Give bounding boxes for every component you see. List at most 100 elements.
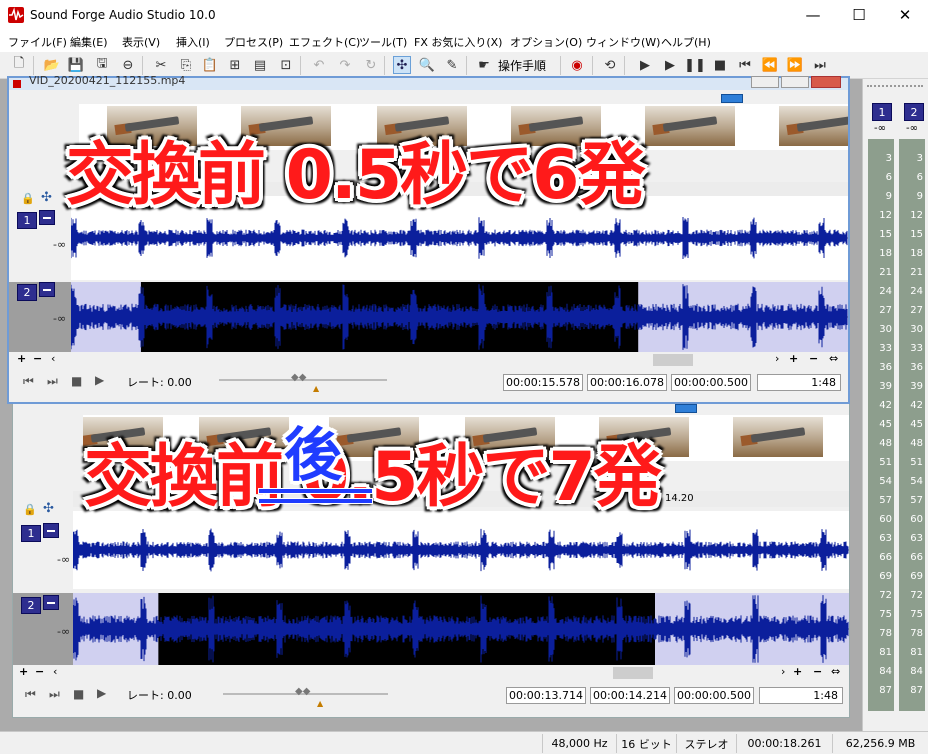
selection-end[interactable]: 00:00:16.078: [587, 374, 667, 391]
scroll-left-icon[interactable]: ‹: [53, 665, 57, 678]
meter-channel-2-button[interactable]: 2: [904, 103, 924, 121]
channel-2-minimize-button[interactable]: [43, 595, 59, 610]
rate-slider-thumb[interactable]: ◆◆: [295, 686, 310, 697]
minimize-button[interactable]: —: [790, 0, 836, 30]
redo-icon[interactable]: ↷: [336, 56, 354, 74]
guide-icon[interactable]: ☛: [476, 56, 492, 74]
menu-edit[interactable]: 編集(E): [70, 34, 108, 50]
channel-1-button[interactable]: 1: [17, 212, 37, 229]
menu-insert[interactable]: 挿入(I): [176, 34, 210, 50]
selection-end[interactable]: 00:00:14.214: [590, 687, 670, 704]
channel-2-button[interactable]: 2: [21, 597, 41, 614]
rate-slider-thumb[interactable]: ◆◆: [291, 372, 306, 383]
menu-file[interactable]: ファイル(F): [8, 34, 67, 50]
magnify-tool-icon[interactable]: 🔍: [418, 56, 436, 74]
play-normal-icon[interactable]: ▶: [95, 373, 104, 387]
go-start-icon[interactable]: ⏮: [736, 56, 754, 74]
stop-icon-doc1[interactable]: ■: [71, 374, 82, 388]
open-folder-icon[interactable]: 📂: [43, 56, 61, 74]
waveform-channel-2[interactable]: [71, 282, 848, 352]
rewind-icon[interactable]: ⏪: [761, 56, 779, 74]
document-window-1[interactable]: VID_20200421_112155.mp4 🔒 ✣ 16.00 1 -∞ 2…: [7, 74, 850, 404]
channel-1-minimize-button[interactable]: [39, 210, 55, 225]
zoom-out-icon-right[interactable]: −: [809, 352, 818, 365]
cut-icon[interactable]: ✂: [152, 56, 170, 74]
doc-maximize-button[interactable]: [781, 76, 809, 88]
undo-icon[interactable]: ↶: [310, 56, 328, 74]
stop-icon-doc2[interactable]: ■: [73, 687, 84, 701]
paste-new-icon[interactable]: ⊞: [226, 56, 244, 74]
prev-marker-icon[interactable]: ⏮: [25, 687, 36, 702]
copy-icon[interactable]: ⎘: [177, 56, 195, 74]
save-icon[interactable]: 💾: [67, 56, 85, 74]
close-button[interactable]: ✕: [882, 0, 928, 30]
next-marker-icon[interactable]: ⏭: [47, 374, 58, 389]
zoom-out-icon[interactable]: −: [35, 665, 44, 678]
meter-channel-1-button[interactable]: 1: [872, 103, 892, 121]
selection-start[interactable]: 00:00:13.714: [506, 687, 586, 704]
zoom-in-icon-right[interactable]: +: [789, 352, 798, 365]
edit-tool-icon[interactable]: ✣: [393, 56, 411, 74]
menu-window[interactable]: ウィンドウ(W): [586, 34, 660, 50]
menu-tools[interactable]: ツール(T): [359, 34, 407, 50]
menu-view[interactable]: 表示(V): [122, 34, 160, 50]
channel-1-minimize-button[interactable]: [43, 523, 59, 538]
resize-arrows-icon[interactable]: ⇔: [829, 352, 838, 365]
pencil-tool-icon[interactable]: ✎: [443, 56, 461, 74]
scroll-right-icon[interactable]: ›: [781, 665, 785, 678]
selection-length[interactable]: 00:00:00.500: [674, 687, 754, 704]
record-icon[interactable]: ◉: [568, 56, 586, 74]
channel-2-minimize-button[interactable]: [39, 282, 55, 297]
resize-arrows-icon[interactable]: ⇔: [831, 665, 840, 678]
snap-icon[interactable]: ✣: [41, 190, 52, 205]
zoom-in-icon[interactable]: +: [17, 352, 26, 365]
crop-icon[interactable]: ⊡: [277, 56, 295, 74]
scroll-right-icon[interactable]: ›: [775, 352, 779, 365]
pause-icon[interactable]: ❚❚: [684, 56, 706, 74]
zoom-out-icon[interactable]: −: [33, 352, 42, 365]
menu-options[interactable]: オプション(O): [510, 34, 582, 50]
loop-icon[interactable]: ⟲: [601, 56, 619, 74]
selection-start[interactable]: 00:00:15.578: [503, 374, 583, 391]
scroll-thumb[interactable]: [653, 354, 693, 366]
doc-close-button[interactable]: [811, 76, 841, 88]
meter-grip[interactable]: [867, 85, 923, 89]
region-marker[interactable]: [675, 404, 697, 413]
menu-fx-favorites[interactable]: FX お気に入り(X): [414, 34, 502, 50]
region-marker[interactable]: [721, 94, 743, 103]
horizontal-scrollbar[interactable]: + − ‹ › + − ⇔: [9, 352, 848, 368]
selection-length[interactable]: 00:00:00.500: [671, 374, 751, 391]
repeat-icon[interactable]: ↻: [362, 56, 380, 74]
channel-2-button[interactable]: 2: [17, 284, 37, 301]
scroll-thumb[interactable]: [613, 667, 653, 679]
prev-marker-icon[interactable]: ⏮: [23, 374, 34, 389]
zoom-in-icon[interactable]: +: [19, 665, 28, 678]
mix-icon[interactable]: ▤: [251, 56, 269, 74]
new-file-icon[interactable]: 🗋: [10, 56, 28, 74]
paste-icon[interactable]: 📋: [201, 56, 219, 74]
channel-1-button[interactable]: 1: [21, 525, 41, 542]
waveform-channel-1[interactable]: [73, 511, 849, 589]
play-icon[interactable]: ▶: [661, 56, 679, 74]
menu-effects[interactable]: エフェクト(C): [289, 34, 360, 50]
waveform-channel-2[interactable]: [73, 593, 849, 665]
snap-icon[interactable]: ✣: [43, 501, 54, 516]
go-end-icon[interactable]: ⏭: [811, 56, 829, 74]
play-all-icon[interactable]: ▶: [636, 56, 654, 74]
next-marker-icon[interactable]: ⏭: [49, 687, 60, 702]
play-normal-icon[interactable]: ▶: [97, 686, 106, 700]
menu-help[interactable]: ヘルプ(H): [661, 34, 711, 50]
menu-process[interactable]: プロセス(P): [224, 34, 283, 50]
zoom-ratio[interactable]: 1:48: [759, 687, 843, 704]
scroll-left-icon[interactable]: ‹: [51, 352, 55, 365]
zoom-in-icon-right[interactable]: +: [793, 665, 802, 678]
zoom-out-icon-right[interactable]: −: [813, 665, 822, 678]
procedure-button[interactable]: 操作手順: [498, 57, 546, 74]
doc-minimize-button[interactable]: [751, 76, 779, 88]
stop-icon[interactable]: ■: [711, 56, 729, 74]
zoom-ratio[interactable]: 1:48: [757, 374, 841, 391]
maximize-button[interactable]: ☐: [836, 0, 882, 30]
render-icon[interactable]: ⊖: [119, 56, 137, 74]
lock-icon[interactable]: 🔒: [23, 503, 37, 516]
fast-forward-icon[interactable]: ⏩: [786, 56, 804, 74]
